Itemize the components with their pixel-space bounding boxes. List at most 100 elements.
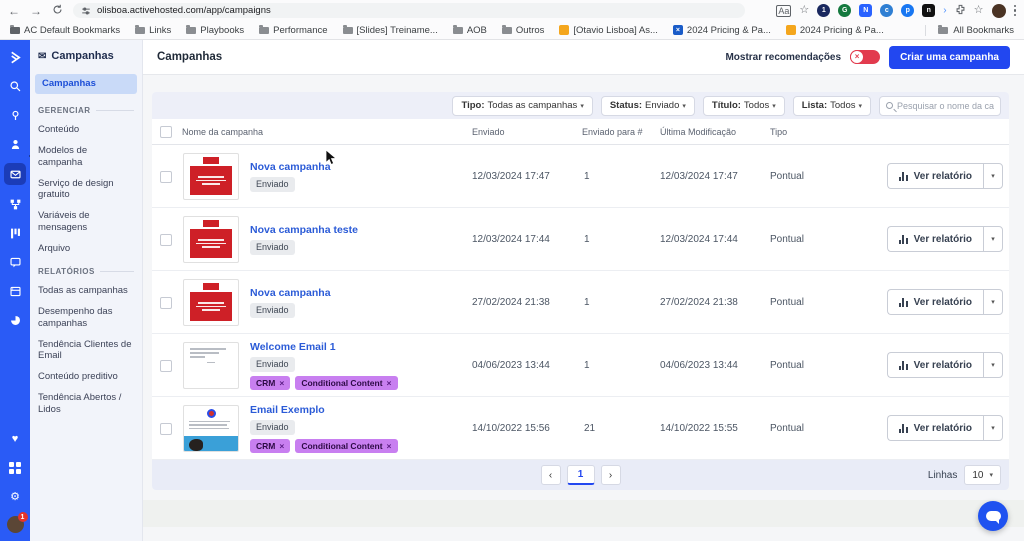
bookmark-star-icon[interactable]: ☆ <box>799 5 809 16</box>
next-page-button[interactable]: › <box>601 465 621 485</box>
tag-crm[interactable]: CRM× <box>250 376 290 390</box>
column-enviado-para[interactable]: Enviado para # <box>582 127 643 137</box>
bookmark-item[interactable]: × 2024 Pricing & Pa... <box>673 25 771 36</box>
view-report-button[interactable]: Ver relatório <box>887 352 983 378</box>
prev-page-button[interactable]: ‹ <box>541 465 561 485</box>
contacts-icon[interactable] <box>4 134 26 154</box>
row-checkbox[interactable] <box>160 234 172 246</box>
tag-remove-icon[interactable]: × <box>387 378 392 388</box>
row-checkbox[interactable] <box>160 171 172 183</box>
bookmark-item[interactable]: Performance <box>259 25 327 36</box>
tag-remove-icon[interactable]: × <box>279 378 284 388</box>
bookmark-item[interactable]: Outros <box>502 25 545 36</box>
sidebar-item-desempenho[interactable]: Desempenho das campanhas <box>38 306 134 330</box>
automations-icon[interactable] <box>4 194 26 214</box>
sidebar-item-tendencia-clientes[interactable]: Tendência Clientes de Email <box>38 339 134 363</box>
campaign-name-link[interactable]: Email Exemplo <box>250 404 398 416</box>
reports-pie-icon[interactable] <box>4 310 26 330</box>
sidebar-item-tendencia-abertos[interactable]: Tendência Abertos / Lidos <box>38 392 134 416</box>
column-enviado[interactable]: Enviado <box>472 127 505 137</box>
sidepanel-arrow-icon[interactable]: › <box>943 5 946 16</box>
conversations-icon[interactable] <box>4 252 26 272</box>
bookmark-item[interactable]: AOB <box>453 25 487 36</box>
filter-tipo[interactable]: Tipo:Todas as campanhas ▾ <box>452 96 592 116</box>
account-avatar[interactable]: 1 <box>7 516 24 533</box>
column-nome[interactable]: Nome da campanha <box>182 127 263 137</box>
tag-conditional-content[interactable]: Conditional Content× <box>295 376 397 390</box>
view-report-button[interactable]: Ver relatório <box>887 415 983 441</box>
row-checkbox[interactable] <box>160 423 172 435</box>
row-checkbox[interactable] <box>160 297 172 309</box>
campaigns-icon[interactable] <box>4 163 26 185</box>
bookmark-star2-icon[interactable]: ☆ <box>974 5 984 16</box>
sidebar-item-conteudo-preditivo[interactable]: Conteúdo preditivo <box>38 371 134 383</box>
tag-conditional-content[interactable]: Conditional Content× <box>295 439 397 453</box>
site-settings-icon[interactable] <box>81 6 91 16</box>
sidebar-item-todas-campanhas[interactable]: Todas as campanhas <box>38 285 134 297</box>
deals-pipeline-icon[interactable] <box>4 223 26 243</box>
sidebar-item-servico-design[interactable]: Serviço de design gratuito <box>38 178 134 202</box>
campaign-name-link[interactable]: Nova campanha teste <box>250 224 358 236</box>
extension-blue-square-icon[interactable]: N <box>859 4 872 17</box>
filter-titulo[interactable]: Título:Todos ▾ <box>703 96 785 116</box>
report-dropdown-button[interactable]: ▾ <box>983 289 1003 315</box>
select-all-checkbox[interactable] <box>160 126 172 138</box>
view-report-button[interactable]: Ver relatório <box>887 289 983 315</box>
sidebar-item-campanhas[interactable]: Campanhas <box>35 74 137 94</box>
tag-remove-icon[interactable]: × <box>387 441 392 451</box>
all-bookmarks-button[interactable]: All Bookmarks <box>925 25 1014 36</box>
search-icon[interactable] <box>4 76 26 96</box>
extension-teal-icon[interactable]: c <box>880 4 893 17</box>
bookmark-item[interactable]: Links <box>135 25 171 36</box>
forward-icon[interactable]: → <box>30 5 42 17</box>
column-tipo[interactable]: Tipo <box>770 127 787 137</box>
campaign-thumbnail[interactable] <box>183 216 239 263</box>
search-campaign-input[interactable] <box>897 101 994 111</box>
extension-dark-icon[interactable]: n <box>922 4 935 17</box>
report-dropdown-button[interactable]: ▾ <box>983 226 1003 252</box>
reload-icon[interactable] <box>52 2 63 20</box>
bookmark-item[interactable]: [Slides] Treiname... <box>343 25 438 36</box>
search-campaign-box[interactable] <box>879 96 1001 116</box>
report-dropdown-button[interactable]: ▾ <box>983 163 1003 189</box>
apps-grid-icon[interactable] <box>4 458 26 478</box>
view-report-button[interactable]: Ver relatório <box>887 163 983 189</box>
site-tracking-pin-icon[interactable] <box>4 105 26 125</box>
tag-remove-icon[interactable]: × <box>279 441 284 451</box>
column-ultima-modificacao[interactable]: Última Modificação <box>660 127 736 137</box>
profile-avatar[interactable] <box>992 4 1006 18</box>
favorites-heart-icon[interactable]: ♥ <box>4 429 26 449</box>
translate-icon[interactable]: Aa <box>776 5 791 17</box>
view-report-button[interactable]: Ver relatório <box>887 226 983 252</box>
extension-green-icon[interactable]: G <box>838 4 851 17</box>
chrome-menu-icon[interactable] <box>1014 5 1017 17</box>
recommendations-toggle[interactable]: × <box>850 50 880 64</box>
current-page-button[interactable]: 1 <box>567 465 595 485</box>
campaign-thumbnail[interactable] <box>183 405 239 452</box>
sidebar-item-conteudo[interactable]: Conteúdo <box>38 124 134 136</box>
filter-lista[interactable]: Lista:Todos ▾ <box>793 96 871 116</box>
campaign-name-link[interactable]: Nova campanha <box>250 161 331 173</box>
bookmark-item[interactable]: Playbooks <box>186 25 244 36</box>
tag-crm[interactable]: CRM× <box>250 439 290 453</box>
activecampaign-logo-icon[interactable] <box>4 47 26 67</box>
create-campaign-button[interactable]: Criar uma campanha <box>889 46 1010 69</box>
row-checkbox[interactable] <box>160 360 172 372</box>
website-icon[interactable] <box>4 281 26 301</box>
sidebar-item-variaveis[interactable]: Variáveis de mensagens <box>38 210 134 234</box>
campaign-thumbnail[interactable] <box>183 342 239 389</box>
campaign-thumbnail[interactable] <box>183 279 239 326</box>
bookmark-item[interactable]: [Otavio Lisboa] As... <box>559 25 658 36</box>
report-dropdown-button[interactable]: ▾ <box>983 415 1003 441</box>
extension-messenger-icon[interactable]: p <box>901 4 914 17</box>
sidebar-item-modelos[interactable]: Modelos de campanha <box>38 145 134 169</box>
bookmark-item[interactable]: AC Default Bookmarks <box>10 25 120 36</box>
rows-per-page-select[interactable]: 10 ▾ <box>964 465 1001 485</box>
url-bar[interactable]: olisboa.activehosted.com/app/campaigns <box>73 3 745 18</box>
sidebar-item-arquivo[interactable]: Arquivo <box>38 243 134 255</box>
chat-widget-button[interactable] <box>978 501 1008 531</box>
campaign-name-link[interactable]: Nova campanha <box>250 287 331 299</box>
back-icon[interactable]: ← <box>8 5 20 17</box>
report-dropdown-button[interactable]: ▾ <box>983 352 1003 378</box>
campaign-thumbnail[interactable] <box>183 153 239 200</box>
